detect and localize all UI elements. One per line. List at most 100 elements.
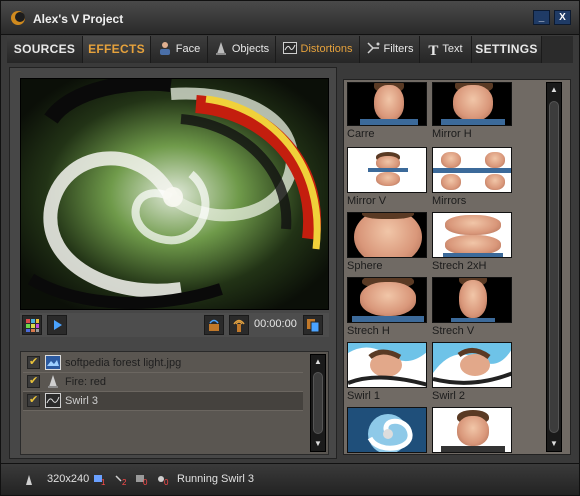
layer-scrollbar[interactable]: ▲ ▼ [310, 354, 326, 452]
divider [23, 410, 303, 411]
effect-label: Mirror V [347, 195, 387, 207]
filters-icon [366, 42, 380, 54]
layer-list: softpedia forest light.jpg Fire: red Swi… [20, 351, 329, 455]
grid-icon [26, 319, 39, 332]
tab-filters[interactable]: Filters [360, 36, 420, 63]
image-icon [45, 355, 61, 370]
play-icon [54, 320, 62, 330]
effect-mirror-v[interactable]: Mirror V [347, 147, 429, 207]
effect-thumbnail [432, 147, 512, 193]
layer-checkbox[interactable] [27, 393, 40, 407]
cone-icon [26, 475, 32, 485]
layer-checkbox[interactable] [27, 355, 40, 369]
stream-button[interactable] [229, 315, 249, 335]
grid-view-button[interactable] [22, 315, 42, 335]
list-item[interactable]: Fire: red [23, 373, 303, 391]
effect-strech-2xh[interactable]: Strech 2xH [432, 212, 514, 272]
effect-sphere[interactable]: Sphere [347, 212, 429, 272]
effect-strech-v[interactable]: Strech V [432, 277, 514, 337]
effect-swirl-3[interactable] [347, 407, 429, 454]
tab-face[interactable]: Face [151, 36, 208, 63]
close-button[interactable]: X [554, 10, 571, 25]
effect-label: Strech 2xH [432, 260, 487, 272]
antenna-icon [233, 319, 245, 332]
tab-text[interactable]: T Text [420, 36, 472, 63]
minimize-button[interactable]: _ [533, 10, 550, 25]
effect-thumbnail [347, 342, 427, 388]
tab-filters-label: Filters [383, 43, 414, 55]
effect-label: Mirrors [432, 195, 467, 207]
effect-thumbnail [432, 212, 512, 258]
time-display: 00:00:00 [254, 318, 297, 330]
play-button[interactable] [47, 315, 67, 335]
effect-twirl[interactable] [432, 407, 514, 454]
preview-panel: 00:00:00 softpedia forest light.jpg Fire… [9, 67, 337, 459]
scroll-up-icon[interactable]: ▲ [311, 355, 325, 369]
app-logo-icon [11, 11, 25, 25]
tab-text-label: Text [442, 43, 463, 55]
layer-count: 0 [143, 478, 148, 487]
tab-distortions-label: Distortions [300, 43, 353, 55]
effect-thumbnail [347, 82, 427, 126]
distortion-icon [282, 42, 297, 54]
scroll-down-icon[interactable]: ▼ [311, 437, 325, 451]
effect-mirrors[interactable]: Mirrors [432, 147, 514, 207]
layer-label: Swirl 3 [65, 395, 99, 407]
distortion-icon [45, 393, 61, 408]
resolution-label: 320x240 [47, 473, 90, 485]
title-bar[interactable]: Alex's V Project _ X [1, 1, 579, 35]
effect-label: Sphere [347, 260, 383, 272]
effect-thumbnail [432, 82, 512, 126]
broadcast-icon [209, 319, 219, 331]
swirl-preview [367, 414, 413, 452]
effect-thumbnail [347, 147, 427, 193]
effect-count: 0 [164, 478, 169, 487]
tab-bar: SOURCES EFFECTS Face Objects Distortions… [7, 36, 573, 63]
layer-checkbox[interactable] [27, 374, 40, 388]
scroll-thumb[interactable] [549, 101, 559, 433]
effect-label: Mirror H [432, 128, 472, 140]
face-icon [159, 42, 170, 55]
image-count: 1 [101, 478, 106, 487]
text-icon: T [428, 43, 439, 59]
scroll-down-icon[interactable]: ▼ [547, 437, 561, 451]
tab-settings[interactable]: SETTINGS [472, 36, 542, 63]
effect-thumbnail [347, 407, 427, 453]
tab-distortions[interactable]: Distortions [276, 36, 360, 63]
window-title: Alex's V Project [33, 12, 124, 26]
list-item[interactable]: Swirl 3 [23, 392, 303, 410]
scroll-thumb[interactable] [313, 372, 323, 434]
swirl-preview [348, 347, 426, 387]
effect-label: Swirl 1 [347, 390, 381, 402]
effect-label: Strech V [432, 325, 475, 337]
effect-label: Swirl 2 [432, 390, 466, 402]
snapshot-button[interactable] [303, 315, 323, 335]
effect-carre[interactable]: Carre [347, 82, 429, 140]
effect-strech-h[interactable]: Strech H [347, 277, 429, 337]
effect-swirl-2[interactable]: Swirl 2 [432, 342, 514, 402]
swirl-preview [433, 348, 511, 387]
tab-face-label: Face [175, 43, 201, 55]
video-preview[interactable] [20, 78, 329, 310]
effect-thumbnail [432, 342, 512, 388]
filter-count: 2 [122, 478, 127, 487]
effect-swirl-1[interactable]: Swirl 1 [347, 342, 429, 402]
tab-objects-label: Objects [231, 43, 270, 55]
tab-objects[interactable]: Objects [208, 36, 276, 63]
distortions-gallery: Carre Mirror H Mirror V Mirrors Sphere S… [343, 79, 571, 455]
scroll-up-icon[interactable]: ▲ [547, 83, 561, 97]
status-bar: 320x240 1 2 0 0 Running Swirl 3 [1, 463, 579, 495]
gallery-scrollbar[interactable]: ▲ ▼ [546, 82, 562, 452]
tab-sources[interactable]: SOURCES [7, 36, 83, 63]
cone-icon [215, 42, 226, 55]
app-window: Alex's V Project _ X SOURCES EFFECTS Fac… [0, 0, 580, 496]
effect-thumbnail [347, 212, 427, 258]
tab-effects[interactable]: EFFECTS [83, 36, 151, 63]
cone-icon [48, 375, 58, 388]
effect-label: Strech H [347, 325, 390, 337]
effect-thumbnail [432, 407, 512, 453]
list-item[interactable]: softpedia forest light.jpg [23, 354, 303, 372]
broadcast-button[interactable] [204, 315, 224, 335]
layer-label: Fire: red [65, 376, 106, 388]
effect-mirror-h[interactable]: Mirror H [432, 82, 514, 140]
